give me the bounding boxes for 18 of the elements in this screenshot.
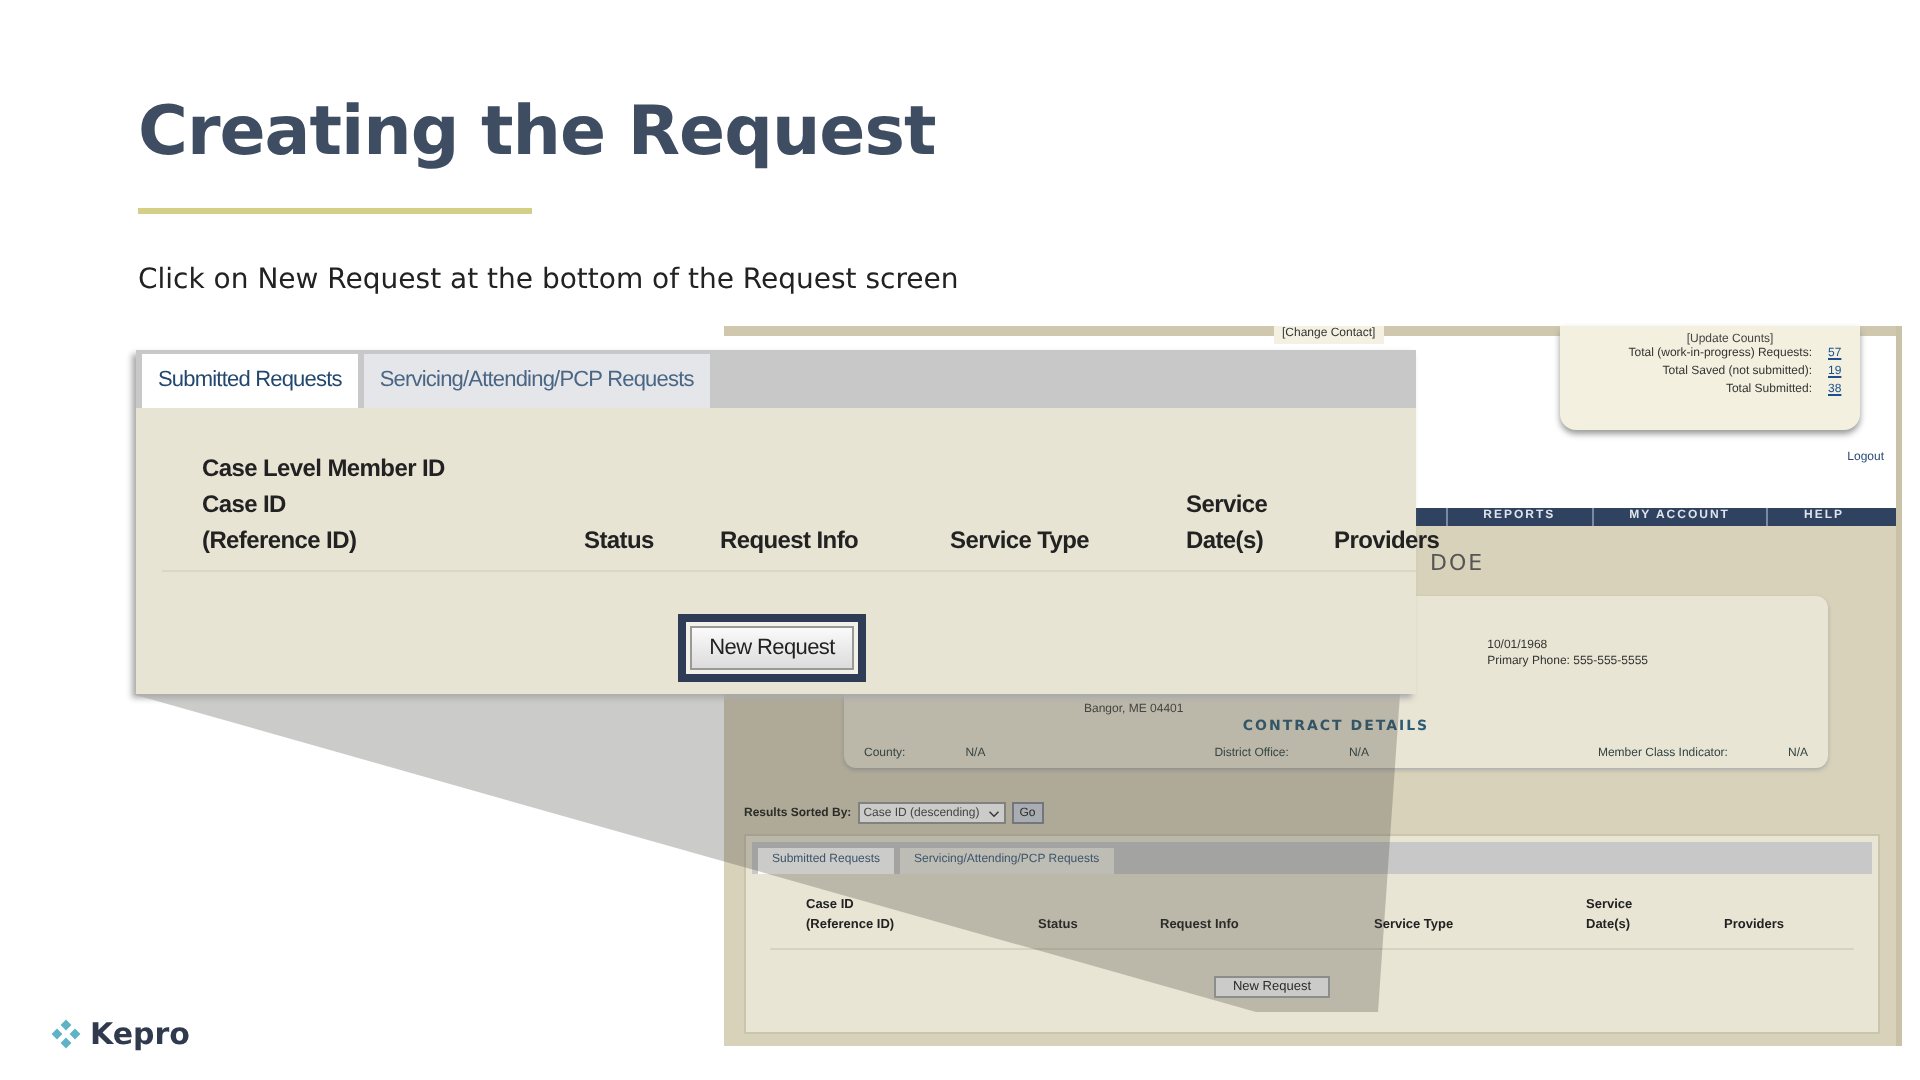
logo-text: Kepro xyxy=(90,1016,190,1052)
column-header: Providers xyxy=(1334,524,1440,554)
column-header: Request Info xyxy=(720,524,861,558)
tab[interactable]: Submitted Requests xyxy=(142,354,358,408)
new-request-button[interactable]: New Request xyxy=(689,626,855,670)
slide-title: Creating the Request xyxy=(138,92,938,172)
column-header: Service Type xyxy=(950,524,1092,558)
column-header: Service xyxy=(1186,488,1270,522)
caret-icon xyxy=(987,809,1000,817)
tab[interactable]: Servicing/Attending/PCP Requests xyxy=(363,354,710,408)
logo-icon xyxy=(48,1016,84,1052)
column-header: Case ID xyxy=(202,488,288,522)
member-name: DOE xyxy=(1428,550,1487,576)
slide-subtitle: Click on New Request at the bottom of the Request screen xyxy=(138,264,961,296)
column-header: Status xyxy=(584,524,656,558)
column-header: Date(s) xyxy=(1186,524,1266,558)
column-header: (Reference ID) xyxy=(202,524,359,558)
column-header: Case Level Member ID xyxy=(202,452,447,486)
